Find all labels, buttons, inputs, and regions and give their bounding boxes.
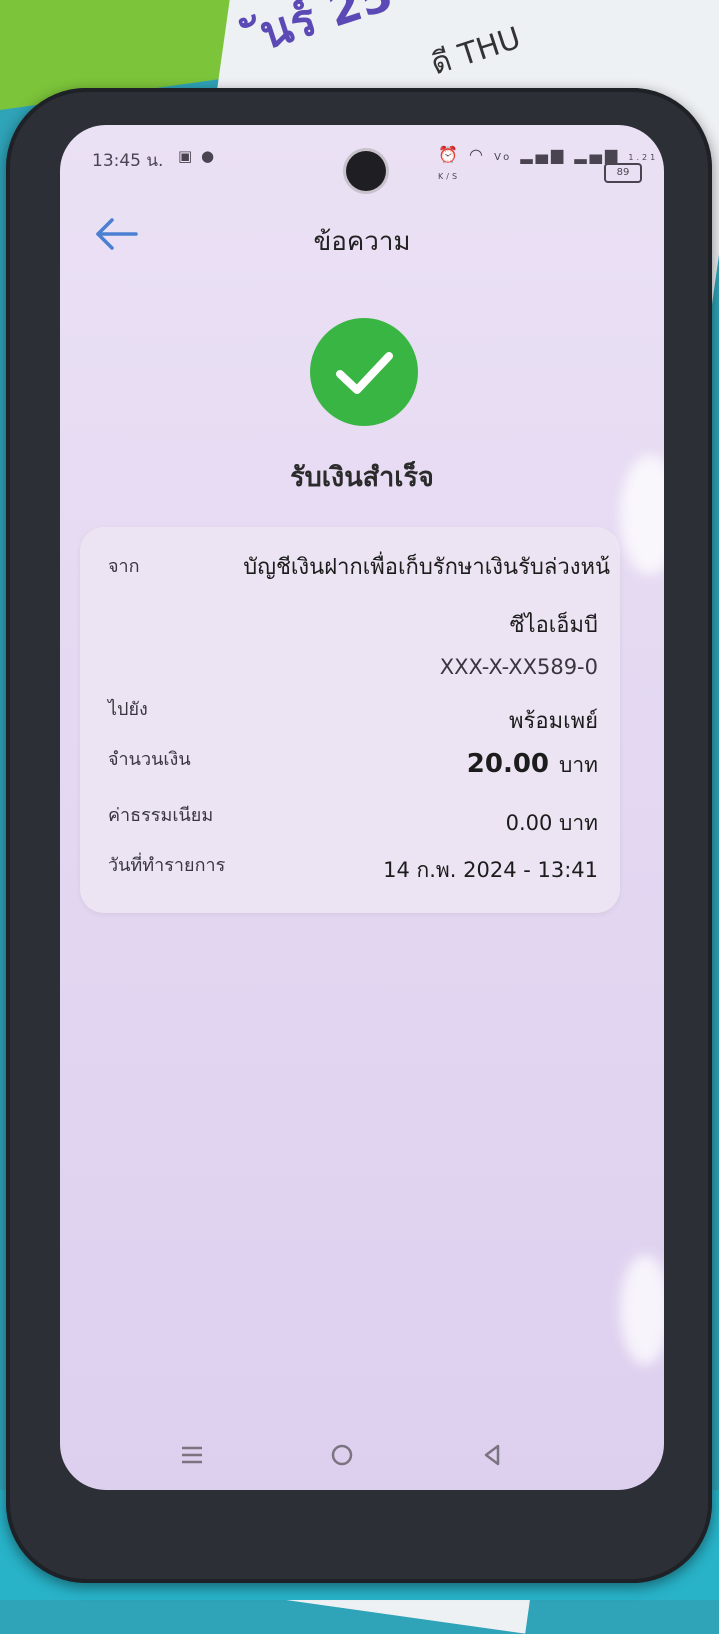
image-icon: ▣: [178, 147, 195, 165]
chat-icon: ●: [200, 147, 217, 165]
date-value: 14 ก.พ. 2024 - 13:41: [383, 858, 598, 882]
amount-value: 20.00: [466, 749, 550, 779]
transaction-details-card: จาก บัญชีเงินฝากเพื่อเก็บรักษาเงินรับล่ว…: [80, 527, 620, 913]
recent-apps-button[interactable]: [172, 1440, 212, 1470]
volte-icon: Vo: [494, 152, 513, 163]
signal-icon: ▂▄▆: [574, 145, 621, 164]
home-button[interactable]: [322, 1440, 362, 1470]
date-label: วันที่ทำรายการ: [108, 855, 226, 876]
amount-label: จำนวนเงิน: [108, 749, 191, 770]
home-circle-icon: [331, 1444, 353, 1466]
from-label: จาก: [108, 556, 140, 577]
wifi-icon: ◠: [469, 145, 486, 164]
success-badge: [310, 318, 418, 426]
from-account-name: บัญชีเงินฝากเพื่อเก็บรักษาเงินรับล่วงหน้: [243, 555, 610, 580]
page-title: ข้อความ: [313, 227, 411, 257]
system-back-button[interactable]: [472, 1440, 512, 1470]
front-camera: [346, 151, 386, 191]
battery-icon: 89: [604, 163, 642, 183]
from-account-number: XXX-X-XX589-0: [439, 655, 598, 679]
fee-label: ค่าธรรมเนียม: [108, 805, 214, 826]
system-nav-bar: [60, 1420, 664, 1490]
signal-icon: ▂▄▆: [520, 145, 567, 164]
alarm-icon: ⏰: [438, 145, 461, 164]
screen-glare: [620, 1255, 664, 1365]
back-triangle-icon: [484, 1444, 500, 1466]
check-icon: [336, 352, 393, 394]
amount-row: 20.00 บาท: [467, 749, 598, 782]
fee-value: 0.00 บาท: [505, 811, 598, 835]
menu-icon: [182, 1446, 202, 1464]
phone-screen: 13:45 น. ▣ ● ⏰ ◠ Vo ▂▄▆ ▂▄▆ 1.21 K/S 89 …: [60, 125, 664, 1490]
to-label: ไปยัง: [108, 699, 148, 720]
status-bar: 13:45 น. ▣ ● ⏰ ◠ Vo ▂▄▆ ▂▄▆ 1.21 K/S 89: [60, 125, 664, 191]
to-value: พร้อมเพย์: [509, 709, 598, 734]
from-bank: ซีไอเอ็มบี: [509, 613, 598, 638]
amount-unit: บาท: [559, 753, 598, 777]
success-title: รับเงินสำเร็จ: [290, 462, 434, 493]
status-time: 13:45 น.: [92, 151, 164, 171]
notification-icons: ▣ ●: [178, 147, 216, 165]
